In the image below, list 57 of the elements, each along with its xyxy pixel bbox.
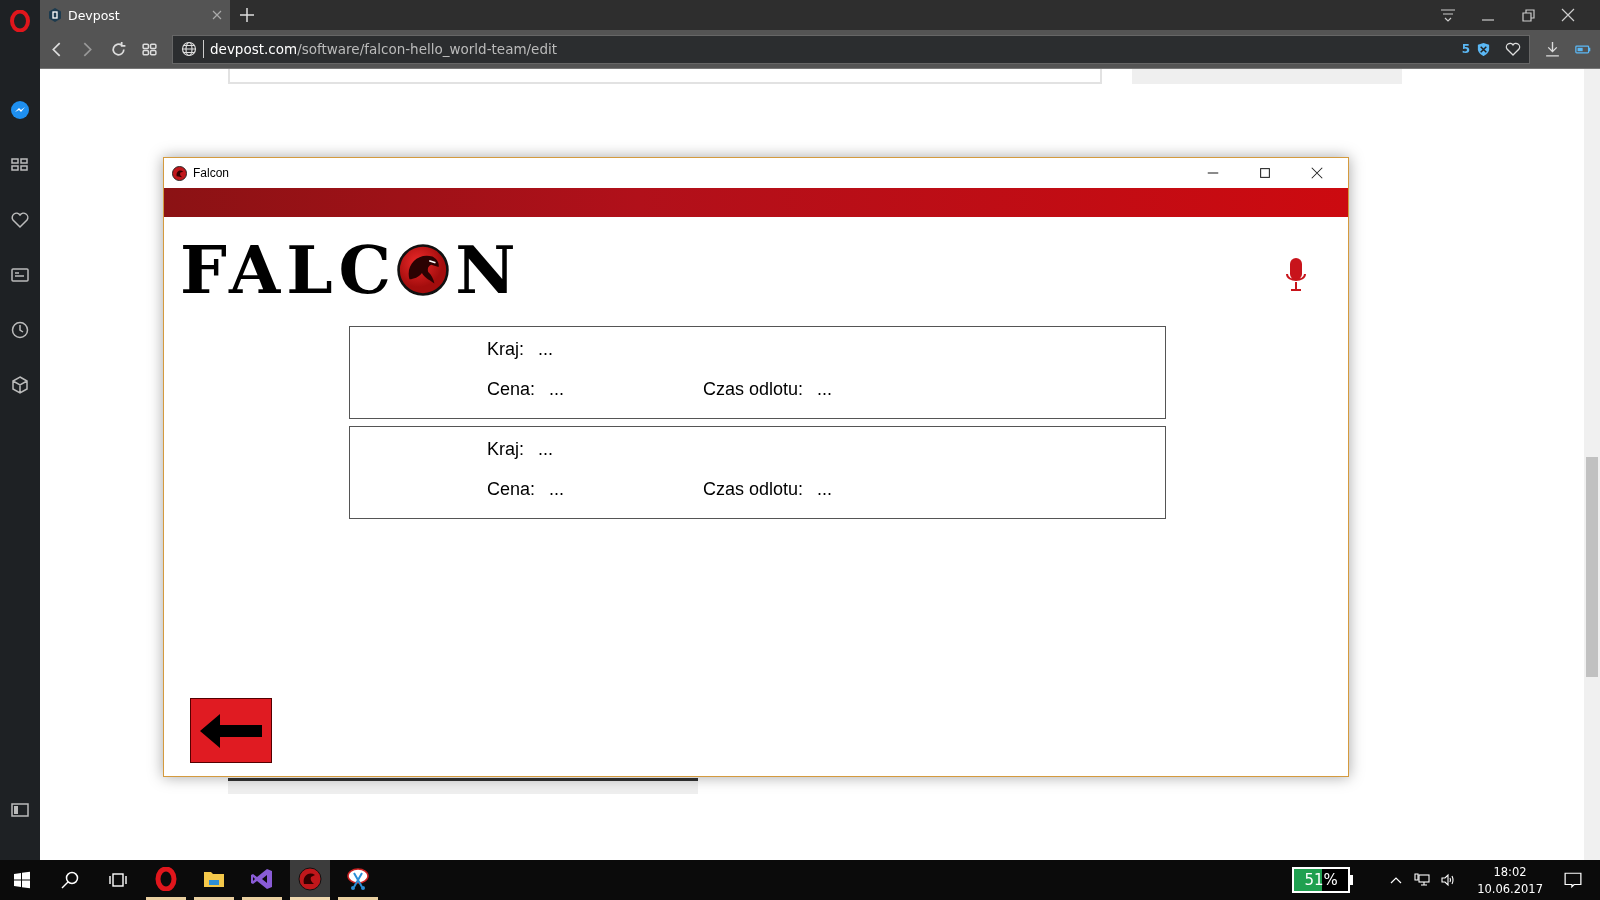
field-value: ...: [549, 379, 566, 400]
back-button[interactable]: [190, 698, 272, 763]
studio-icon: [250, 866, 274, 891]
heart-icon[interactable]: [10, 210, 30, 230]
site-icon: [48, 8, 62, 22]
clock-date[interactable]: 10.06.2017: [1477, 881, 1543, 896]
logo-text: FALC: [180, 237, 398, 303]
address-bar[interactable]: devpost.com/software/falcon-hello_world-team/edit 5: [172, 34, 1530, 64]
maximize-icon[interactable]: [1258, 166, 1272, 180]
messenger-icon[interactable]: [10, 100, 30, 120]
close-icon[interactable]: [1310, 166, 1324, 180]
clock-icon[interactable]: [10, 320, 30, 340]
url-text: devpost.com/software/falcon-hello_world-team/edit: [210, 41, 558, 57]
globe-icon: [181, 41, 197, 57]
field-value: ...: [817, 379, 833, 400]
field-label: Kraj:: [487, 439, 524, 460]
clock-time[interactable]: 18:02: [1493, 864, 1527, 879]
field-value: ...: [538, 439, 554, 460]
blocked-count: 5: [1461, 42, 1470, 56]
task-view-icon[interactable]: [108, 870, 128, 890]
opera-icon: [154, 866, 178, 891]
notifications-icon[interactable]: [1564, 871, 1582, 889]
taskbar-app[interactable]: [290, 860, 330, 900]
logo-text: N: [455, 237, 522, 303]
falcon-logo-icon: [172, 165, 187, 181]
falcon-emblem-icon: [397, 244, 450, 296]
tab-menu-icon[interactable]: [1440, 7, 1456, 23]
opera-logo-icon[interactable]: [10, 10, 30, 32]
download-icon[interactable]: [1544, 40, 1561, 58]
field-label: Czas odlotu:: [703, 379, 804, 400]
box-icon[interactable]: [10, 375, 30, 395]
speaker-icon[interactable]: [1440, 872, 1457, 888]
shield-icon[interactable]: [1476, 41, 1491, 57]
start-icon[interactable]: [12, 870, 32, 890]
field-value: ...: [538, 339, 554, 360]
field-label: Cena:: [487, 479, 536, 500]
new-tab-icon[interactable]: [240, 8, 254, 22]
field-value: ...: [549, 479, 566, 500]
field-label: Czas odlotu:: [703, 479, 804, 500]
field-value: ...: [817, 479, 833, 500]
heart-icon[interactable]: [1505, 41, 1521, 57]
scrollbar[interactable]: [1584, 69, 1600, 860]
tab-title: Devpost: [68, 7, 121, 23]
browser-tab[interactable]: Devpost: [40, 0, 230, 30]
grid-icon[interactable]: [141, 40, 158, 58]
falcon-logo-icon: [298, 866, 322, 891]
scissors-icon: [346, 866, 370, 891]
field-label: Cena:: [487, 379, 536, 400]
search-icon[interactable]: [60, 870, 80, 890]
network-icon[interactable]: [1414, 872, 1431, 888]
microphone-icon[interactable]: [1284, 257, 1308, 293]
sidebar-toggle-icon[interactable]: [10, 800, 30, 820]
window-title: Falcon: [193, 166, 230, 180]
news-icon[interactable]: [10, 265, 30, 285]
field-label: Kraj:: [487, 339, 524, 360]
restore-icon[interactable]: [1520, 7, 1536, 23]
reload-icon[interactable]: [110, 40, 127, 58]
